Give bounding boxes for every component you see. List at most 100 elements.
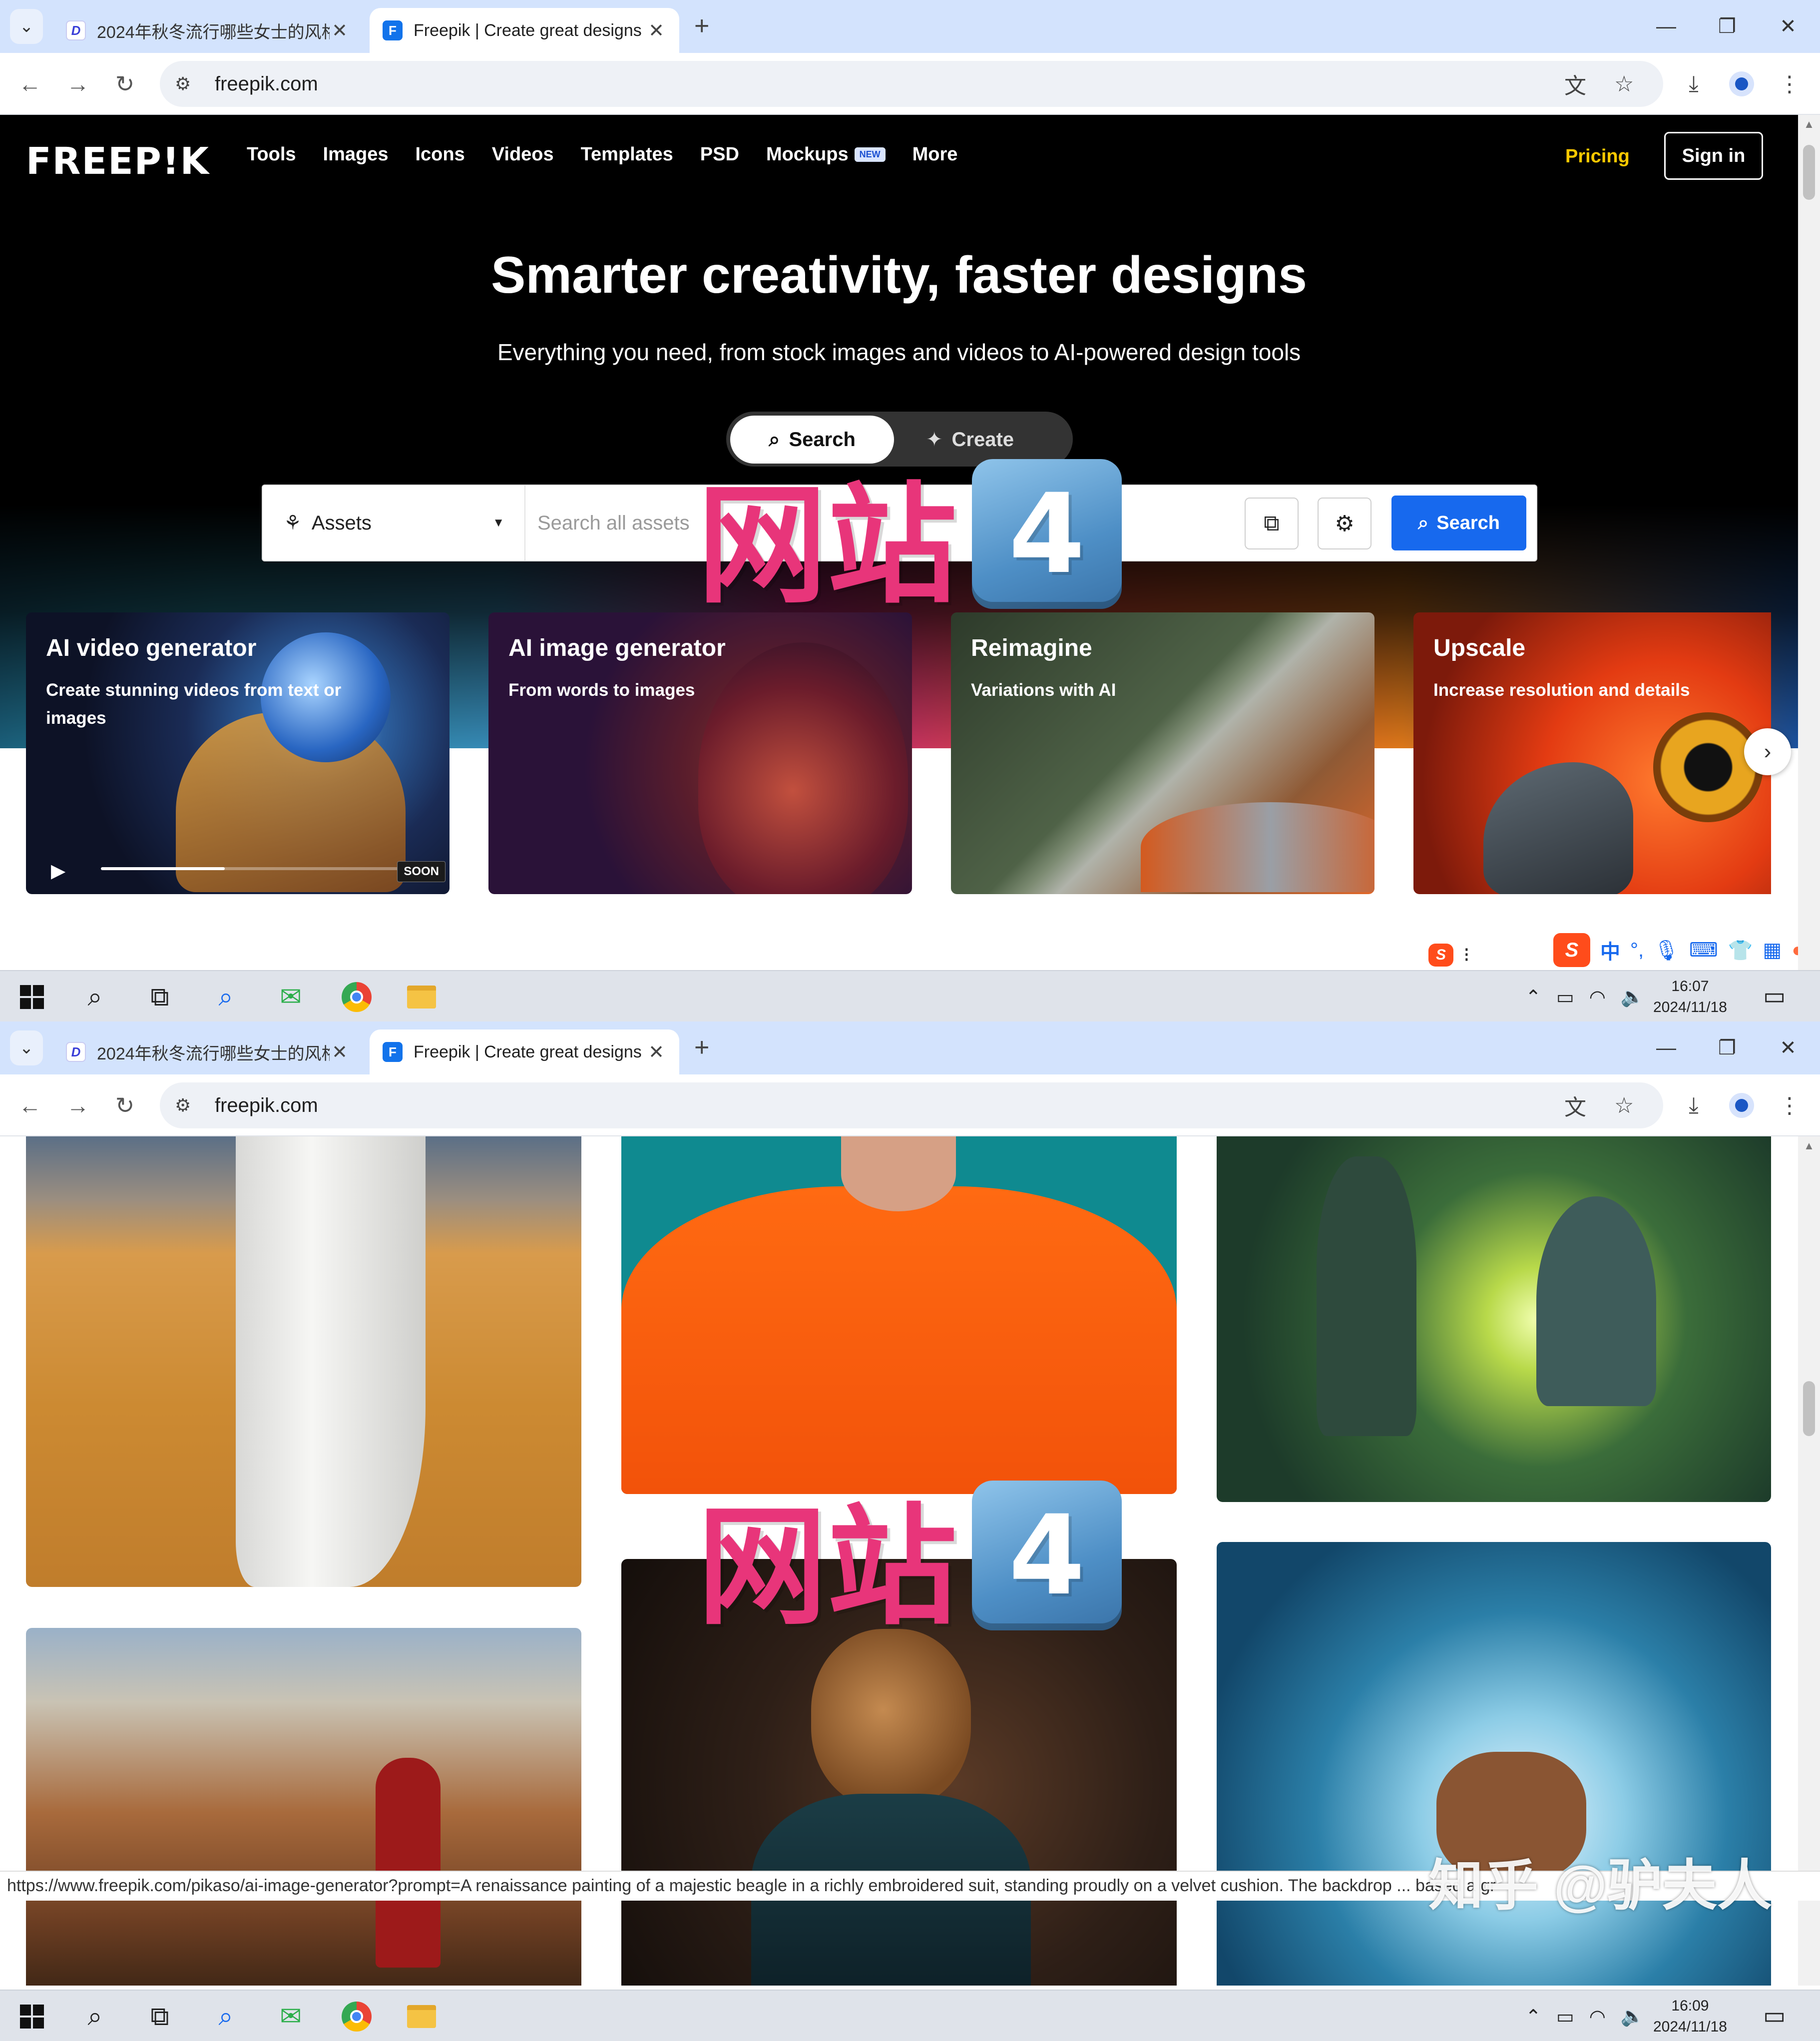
ime-chinese-mode[interactable]: 中 bbox=[1600, 936, 1620, 965]
ime-mini-icon[interactable]: S ⁝ bbox=[1418, 934, 1480, 970]
nav-tools[interactable]: Tools bbox=[247, 144, 296, 165]
nav-psd[interactable]: PSD bbox=[700, 144, 739, 165]
site-settings-icon[interactable]: ⚙ bbox=[175, 73, 205, 94]
wechat-icon[interactable]: ✉ bbox=[274, 2000, 308, 2034]
restore-icon[interactable]: ❐ bbox=[1712, 12, 1742, 41]
profile-avatar-icon[interactable] bbox=[1724, 1089, 1759, 1121]
card-upscale[interactable]: Upscale Increase resolution and details bbox=[1413, 612, 1771, 894]
search-icon[interactable]: ⌕ bbox=[78, 2000, 112, 2034]
scroll-up-icon[interactable]: ▲ bbox=[1798, 118, 1820, 131]
nav-templates[interactable]: Templates bbox=[581, 144, 673, 165]
tab-search-chevron-icon[interactable]: ⌄ bbox=[10, 1030, 43, 1065]
tab-inactive[interactable]: D 2024年秋冬流行哪些女士的风格 ✕ bbox=[53, 8, 363, 53]
back-icon[interactable]: ← bbox=[14, 1089, 46, 1121]
card-reimagine[interactable]: Reimagine Variations with AI bbox=[951, 612, 1374, 894]
settings-gear-icon[interactable]: ⚙ bbox=[1318, 498, 1371, 549]
nav-videos[interactable]: Videos bbox=[492, 144, 554, 165]
freepik-logo[interactable]: FREEP!K bbox=[26, 140, 210, 183]
sogou-s-icon[interactable]: S bbox=[1553, 933, 1590, 967]
skin-icon[interactable]: 👕 bbox=[1728, 939, 1753, 962]
tab-inactive[interactable]: D 2024年秋冬流行哪些女士的风格 ✕ bbox=[53, 1029, 363, 1074]
browser-search-icon[interactable]: ⌕ bbox=[209, 980, 243, 1014]
file-explorer-icon[interactable] bbox=[405, 980, 439, 1014]
tab-active-freepik[interactable]: F Freepik | Create great designs ✕ bbox=[370, 8, 679, 53]
gallery-image-mountain-temple[interactable] bbox=[26, 1628, 581, 1986]
notification-icon[interactable]: ▭ bbox=[1763, 2002, 1786, 2030]
gallery-image-wizards-forest[interactable] bbox=[1217, 1136, 1771, 1502]
address-bar[interactable]: ⚙ freepik.com 文 ☆ bbox=[160, 61, 1663, 107]
windows-start-icon[interactable] bbox=[15, 2000, 49, 2034]
nav-mockups[interactable]: Mockups bbox=[766, 144, 849, 165]
microphone-icon[interactable]: 🎙 bbox=[1654, 939, 1679, 962]
battery-icon[interactable]: ▭ bbox=[1556, 2006, 1574, 2028]
download-icon[interactable]: ⤓ bbox=[1676, 68, 1711, 100]
wifi-icon[interactable]: ◠ bbox=[1589, 986, 1606, 1009]
play-icon[interactable]: ▶ bbox=[51, 860, 65, 882]
address-bar[interactable]: ⚙ freepik.com 文 ☆ bbox=[160, 1082, 1663, 1128]
scroll-thumb[interactable] bbox=[1803, 145, 1815, 200]
close-window-icon[interactable]: ✕ bbox=[1773, 1033, 1803, 1062]
tab-search-chevron-icon[interactable]: ⌄ bbox=[10, 9, 43, 44]
profile-avatar-icon[interactable] bbox=[1724, 68, 1759, 100]
new-tab-button[interactable]: + bbox=[694, 1032, 709, 1062]
taskbar-clock[interactable]: 16:09 2024/11/18 bbox=[1653, 1996, 1727, 2038]
forward-icon[interactable]: → bbox=[62, 1089, 94, 1121]
toolbox-grid-icon[interactable]: ▦ bbox=[1763, 939, 1782, 962]
pricing-link[interactable]: Pricing bbox=[1565, 146, 1630, 167]
browser-menu-icon[interactable]: ⋮ bbox=[1772, 1089, 1807, 1121]
search-submit-button[interactable]: ⌕ Search bbox=[1391, 496, 1526, 550]
restore-icon[interactable]: ❐ bbox=[1712, 1033, 1742, 1062]
carousel-next-button[interactable]: › bbox=[1744, 728, 1791, 775]
volume-icon[interactable]: 🔈 bbox=[1621, 986, 1644, 1008]
search-icon[interactable]: ⌕ bbox=[78, 980, 112, 1014]
scroll-up-icon[interactable]: ▲ bbox=[1798, 1139, 1820, 1152]
tab-active-freepik[interactable]: F Freepik | Create great designs ✕ bbox=[370, 1029, 679, 1074]
back-icon[interactable]: ← bbox=[14, 68, 46, 100]
bookmark-star-icon[interactable]: ☆ bbox=[1614, 61, 1634, 107]
windows-start-icon[interactable] bbox=[15, 980, 49, 1014]
battery-icon[interactable]: ▭ bbox=[1556, 986, 1574, 1009]
asset-type-dropdown[interactable]: ⚘ Assets ▼ bbox=[263, 486, 525, 560]
nav-icons[interactable]: Icons bbox=[415, 144, 464, 165]
chrome-icon[interactable] bbox=[340, 980, 374, 1014]
video-progress-bar[interactable] bbox=[101, 867, 411, 870]
task-view-icon[interactable]: ⧉ bbox=[143, 2000, 177, 2034]
close-window-icon[interactable]: ✕ bbox=[1773, 12, 1803, 41]
tab-close-icon[interactable]: ✕ bbox=[646, 1041, 666, 1063]
nav-images[interactable]: Images bbox=[323, 144, 389, 165]
new-tab-button[interactable]: + bbox=[694, 11, 709, 41]
browser-search-icon[interactable]: ⌕ bbox=[209, 2000, 243, 2034]
scroll-thumb[interactable] bbox=[1803, 1381, 1815, 1436]
tab-close-icon[interactable]: ✕ bbox=[646, 19, 666, 42]
tab-close-icon[interactable]: ✕ bbox=[330, 19, 350, 42]
sign-in-button[interactable]: Sign in bbox=[1664, 132, 1763, 180]
page-scrollbar[interactable]: ▲ bbox=[1798, 1136, 1820, 1986]
card-ai-video-generator[interactable]: AI video generator Create stunning video… bbox=[26, 612, 450, 894]
image-search-icon[interactable]: ⧉ bbox=[1245, 498, 1299, 549]
file-explorer-icon[interactable] bbox=[405, 2000, 439, 2034]
bookmark-star-icon[interactable]: ☆ bbox=[1614, 1082, 1634, 1128]
page-scrollbar[interactable]: ▲ bbox=[1798, 115, 1820, 970]
nav-more[interactable]: More bbox=[912, 144, 958, 165]
task-view-icon[interactable]: ⧉ bbox=[143, 980, 177, 1014]
translate-icon[interactable]: 文 bbox=[1564, 61, 1586, 107]
wifi-icon[interactable]: ◠ bbox=[1589, 2006, 1606, 2028]
minimize-icon[interactable]: — bbox=[1651, 12, 1681, 41]
reload-icon[interactable]: ↻ bbox=[109, 68, 141, 100]
keyboard-icon[interactable]: ⌨ bbox=[1689, 939, 1718, 962]
minimize-icon[interactable]: — bbox=[1651, 1033, 1681, 1062]
gallery-image-desert-robe[interactable] bbox=[26, 1136, 581, 1587]
tray-expand-icon[interactable]: ⌃ bbox=[1525, 2006, 1541, 2028]
tab-close-icon[interactable]: ✕ bbox=[330, 1041, 350, 1063]
forward-icon[interactable]: → bbox=[62, 68, 94, 100]
notification-icon[interactable]: ▭ bbox=[1763, 982, 1786, 1010]
tray-expand-icon[interactable]: ⌃ bbox=[1525, 986, 1541, 1009]
reload-icon[interactable]: ↻ bbox=[109, 1089, 141, 1121]
ime-punctuation-mode[interactable]: °, bbox=[1630, 939, 1644, 962]
browser-menu-icon[interactable]: ⋮ bbox=[1772, 68, 1807, 100]
site-settings-icon[interactable]: ⚙ bbox=[175, 1095, 205, 1116]
translate-icon[interactable]: 文 bbox=[1564, 1082, 1586, 1128]
volume-icon[interactable]: 🔈 bbox=[1621, 2006, 1644, 2028]
chrome-icon[interactable] bbox=[340, 2000, 374, 2034]
card-ai-image-generator[interactable]: AI image generator From words to images bbox=[488, 612, 912, 894]
